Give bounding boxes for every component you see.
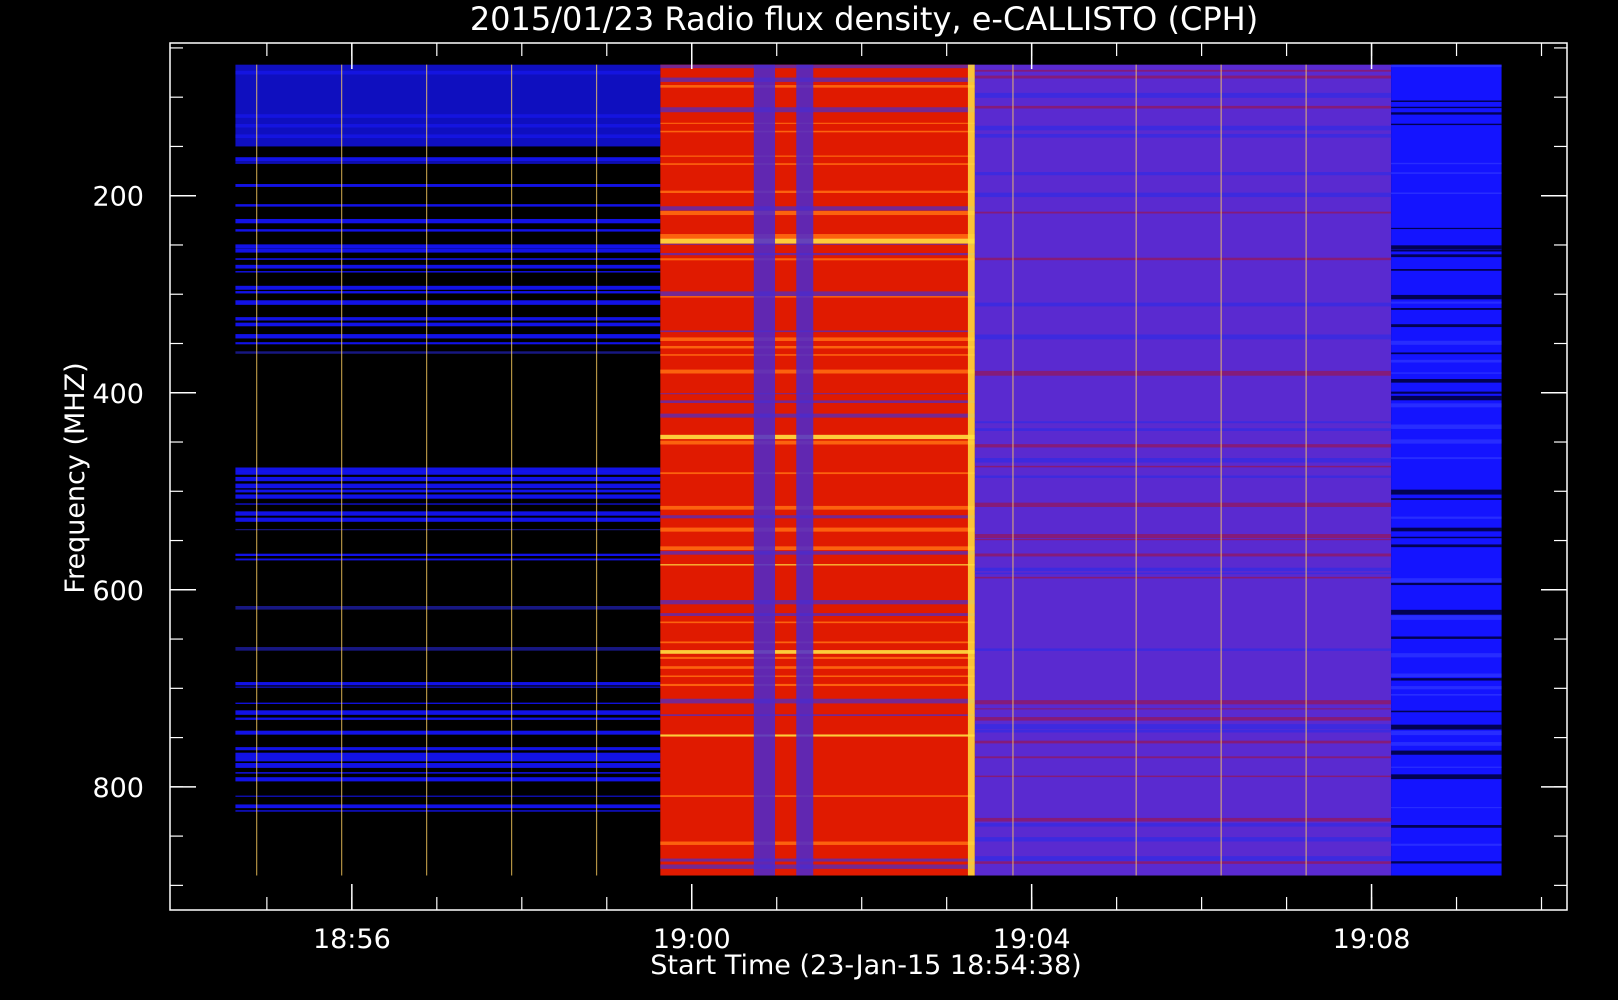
- plot-area: [235, 64, 1502, 876]
- x-tick-label: 18:56: [313, 924, 391, 955]
- x-tick-label: 19:08: [1333, 924, 1411, 955]
- x-axis-label: Start Time (23-Jan-15 18:54:38): [650, 950, 1081, 981]
- segment-post-burst: [974, 64, 1392, 876]
- y-tick-label: 600: [92, 576, 144, 607]
- y-tick-label: 400: [92, 379, 144, 410]
- segment-late-background: [1391, 64, 1502, 876]
- chart-title: 2015/01/23 Radio flux density, e-CALLIST…: [470, 0, 1258, 38]
- segment-burst: [660, 64, 975, 876]
- spectrogram-chart: 2015/01/23 Radio flux density, e-CALLIST…: [60, 0, 1568, 981]
- y-tick-label: 200: [92, 182, 144, 213]
- y-axis-label: Frequency (MHZ): [60, 362, 91, 593]
- y-tick-label: 800: [92, 773, 144, 804]
